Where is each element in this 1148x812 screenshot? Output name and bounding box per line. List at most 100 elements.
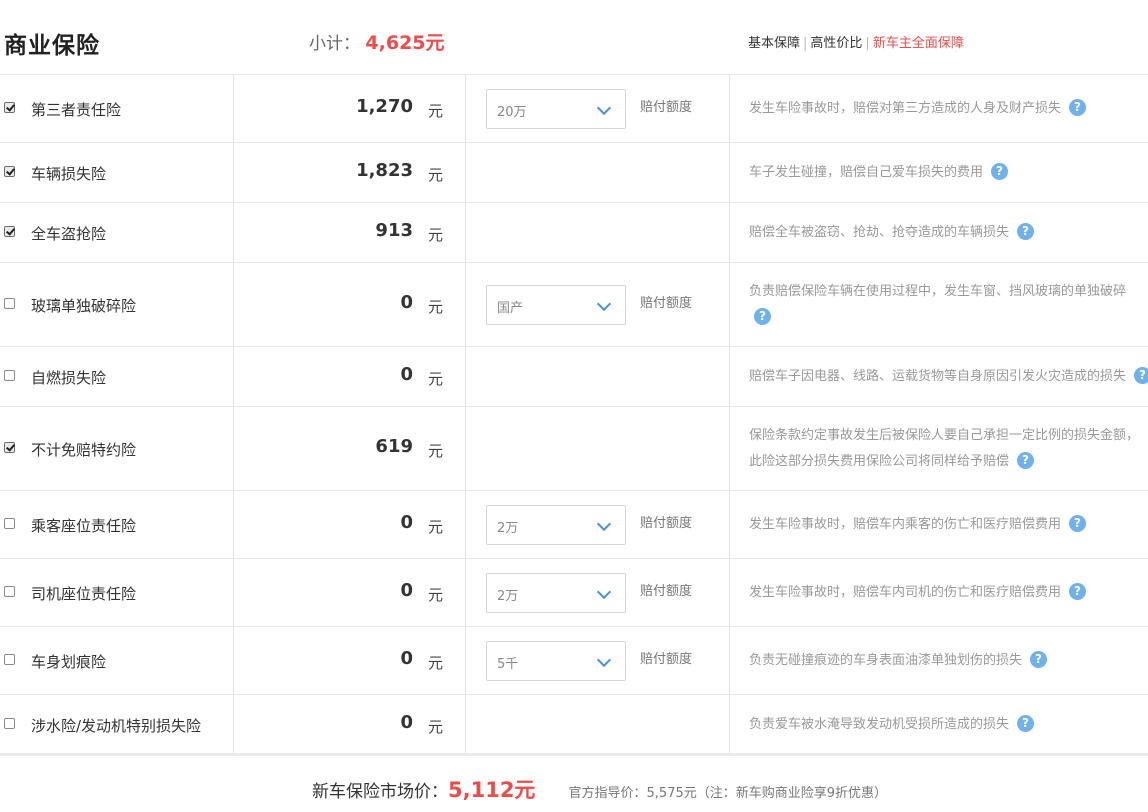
help-icon[interactable]: ? bbox=[1069, 515, 1087, 532]
coverage-select-value: 5千 bbox=[497, 657, 519, 672]
coverage-select[interactable]: 2万 bbox=[486, 573, 626, 613]
insurance-checkbox[interactable] bbox=[4, 226, 15, 237]
column-divider bbox=[233, 491, 234, 558]
column-divider bbox=[465, 263, 466, 346]
coverage-select[interactable]: 5千 bbox=[486, 641, 626, 681]
insurance-name: 车辆损失险 bbox=[31, 165, 107, 183]
price-unit: 元 bbox=[428, 298, 444, 316]
coverage-select[interactable]: 20万 bbox=[486, 89, 626, 129]
insurance-price: 619 bbox=[375, 436, 413, 457]
market-price-label: 新车保险市场价： bbox=[312, 782, 448, 802]
insurance-description: 车子发生碰撞，赔偿自己爱车损失的费用? bbox=[749, 160, 1148, 186]
coverage-label: 赔付额度 bbox=[640, 100, 693, 115]
table-row: 不计免赔特约险 619 元 保险条款约定事故发生后被保险人要自己承担一定比例的损失金额… bbox=[0, 407, 1148, 491]
guide-price: 官方指导价：5,575元（注：新车购商业险享9折优惠） bbox=[568, 786, 888, 801]
price-unit: 元 bbox=[428, 586, 444, 604]
help-icon[interactable]: ? bbox=[1134, 367, 1148, 384]
plan-tab-full[interactable]: 新车主全面保障 bbox=[873, 36, 964, 51]
column-divider bbox=[233, 695, 234, 754]
insurance-description: 赔偿车子因电器、线路、运载货物等自身原因引发火灾造成的损失? bbox=[749, 364, 1148, 390]
insurance-checkbox[interactable] bbox=[4, 298, 15, 309]
insurance-checkbox[interactable] bbox=[4, 654, 15, 665]
insurance-name: 不计免赔特约险 bbox=[31, 441, 137, 459]
help-icon[interactable]: ? bbox=[1017, 223, 1035, 240]
insurance-name: 玻璃单独破碎险 bbox=[31, 297, 137, 315]
help-icon[interactable]: ? bbox=[1069, 99, 1087, 116]
description-text: 负责赔偿保险车辆在使用过程中，发生车窗、挡风玻璃的单独破碎 bbox=[749, 284, 1127, 299]
chevron-down-icon bbox=[596, 652, 612, 668]
coverage-select[interactable]: 国产 bbox=[486, 285, 626, 325]
column-divider bbox=[233, 627, 234, 694]
insurance-name: 第三者责任险 bbox=[31, 101, 122, 119]
column-divider bbox=[729, 263, 730, 346]
coverage-label: 赔付额度 bbox=[640, 652, 693, 667]
insurance-checkbox[interactable] bbox=[4, 518, 15, 529]
insurance-price: 0 bbox=[400, 292, 413, 313]
price-unit: 元 bbox=[428, 370, 444, 388]
price-unit: 元 bbox=[428, 102, 444, 120]
plan-tab-basic[interactable]: 基本保障 bbox=[748, 36, 800, 51]
chevron-down-icon bbox=[596, 584, 612, 600]
table-row: 自燃损失险 0 元 赔偿车子因电器、线路、运载货物等自身原因引发火灾造成的损失? bbox=[0, 347, 1148, 407]
help-icon[interactable]: ? bbox=[1017, 715, 1035, 732]
insurance-description: 发生车险事故时，赔偿车内司机的伤亡和医疗赔偿费用? bbox=[749, 580, 1148, 606]
insurance-name: 乘客座位责任险 bbox=[31, 517, 137, 535]
column-divider bbox=[465, 75, 466, 142]
insurance-description: 保险条款约定事故发生后被保险人要自己承担一定比例的损失金额， 此险这部分损失费用保… bbox=[749, 423, 1148, 475]
coverage-select-value: 国产 bbox=[497, 301, 524, 316]
column-divider bbox=[233, 559, 234, 626]
insurance-price: 1,270 bbox=[356, 96, 413, 117]
description-text: 发生车险事故时，赔偿车内乘客的伤亡和医疗赔偿费用 bbox=[749, 517, 1062, 532]
description-text: 车子发生碰撞，赔偿自己爱车损失的费用 bbox=[749, 165, 984, 180]
insurance-price: 0 bbox=[400, 580, 413, 601]
insurance-price: 0 bbox=[400, 364, 413, 385]
column-divider bbox=[233, 75, 234, 142]
insurance-checkbox[interactable] bbox=[4, 442, 15, 453]
column-divider bbox=[465, 559, 466, 626]
insurance-name: 车身划痕险 bbox=[31, 653, 107, 671]
insurance-checkbox[interactable] bbox=[4, 102, 15, 113]
plan-separator: | bbox=[865, 36, 870, 51]
help-icon[interactable]: ? bbox=[1017, 452, 1035, 469]
help-icon[interactable]: ? bbox=[991, 163, 1009, 180]
description-text: 负责无碰撞痕迹的车身表面油漆单独划伤的损失 bbox=[749, 653, 1023, 668]
coverage-select-value: 20万 bbox=[497, 105, 527, 120]
plan-tab-value[interactable]: 高性价比 bbox=[810, 36, 862, 51]
insurance-description: 赔偿全车被盗窃、抢劫、抢夺造成的车辆损失? bbox=[749, 220, 1148, 246]
column-divider bbox=[465, 491, 466, 558]
table-row: 全车盗抢险 913 元 赔偿全车被盗窃、抢劫、抢夺造成的车辆损失? bbox=[0, 203, 1148, 263]
price-unit: 元 bbox=[428, 166, 444, 184]
column-divider bbox=[465, 203, 466, 262]
column-divider bbox=[465, 347, 466, 406]
insurance-checkbox[interactable] bbox=[4, 166, 15, 177]
help-icon[interactable]: ? bbox=[1030, 651, 1048, 668]
coverage-label: 赔付额度 bbox=[640, 516, 693, 531]
insurance-table: 第三者责任险 1,270 元 20万 赔付额度 发生车险事故时，赔偿对第三方造成的人身及财… bbox=[0, 75, 1148, 755]
column-divider bbox=[729, 75, 730, 142]
insurance-price: 913 bbox=[375, 220, 413, 241]
insurance-checkbox[interactable] bbox=[4, 718, 15, 729]
subtotal-value: 4,625元 bbox=[365, 32, 445, 54]
coverage-select[interactable]: 2万 bbox=[486, 505, 626, 545]
description-text: 负责爱车被水淹导致发动机受损所造成的损失 bbox=[749, 717, 1010, 732]
help-icon[interactable]: ? bbox=[1069, 583, 1087, 600]
insurance-name: 全车盗抢险 bbox=[31, 225, 107, 243]
help-icon[interactable]: ? bbox=[754, 308, 771, 325]
table-row: 司机座位责任险 0 元 2万 赔付额度 发生车险事故时，赔偿车内司机的伤亡和医疗赔偿费用? bbox=[0, 559, 1148, 627]
coverage-select-value: 2万 bbox=[497, 589, 519, 604]
column-divider bbox=[465, 407, 466, 490]
column-divider bbox=[729, 347, 730, 406]
coverage-select-value: 2万 bbox=[497, 521, 519, 536]
page-title: 商业保险 bbox=[4, 33, 100, 59]
description-text: 发生车险事故时，赔偿对第三方造成的人身及财产损失 bbox=[749, 101, 1062, 116]
insurance-checkbox[interactable] bbox=[4, 586, 15, 597]
insurance-name: 自燃损失险 bbox=[31, 369, 107, 387]
coverage-label: 赔付额度 bbox=[640, 296, 693, 311]
price-unit: 元 bbox=[428, 442, 444, 460]
insurance-description: 发生车险事故时，赔偿对第三方造成的人身及财产损失? bbox=[749, 96, 1148, 122]
description-text: 发生车险事故时，赔偿车内司机的伤亡和医疗赔偿费用 bbox=[749, 585, 1062, 600]
insurance-checkbox[interactable] bbox=[4, 370, 15, 381]
insurance-price: 0 bbox=[400, 648, 413, 669]
header: 商业保险 小计： 4,625元 基本保障 | 高性价比 | 新车主全面保障 bbox=[0, 0, 1148, 75]
column-divider bbox=[233, 203, 234, 262]
